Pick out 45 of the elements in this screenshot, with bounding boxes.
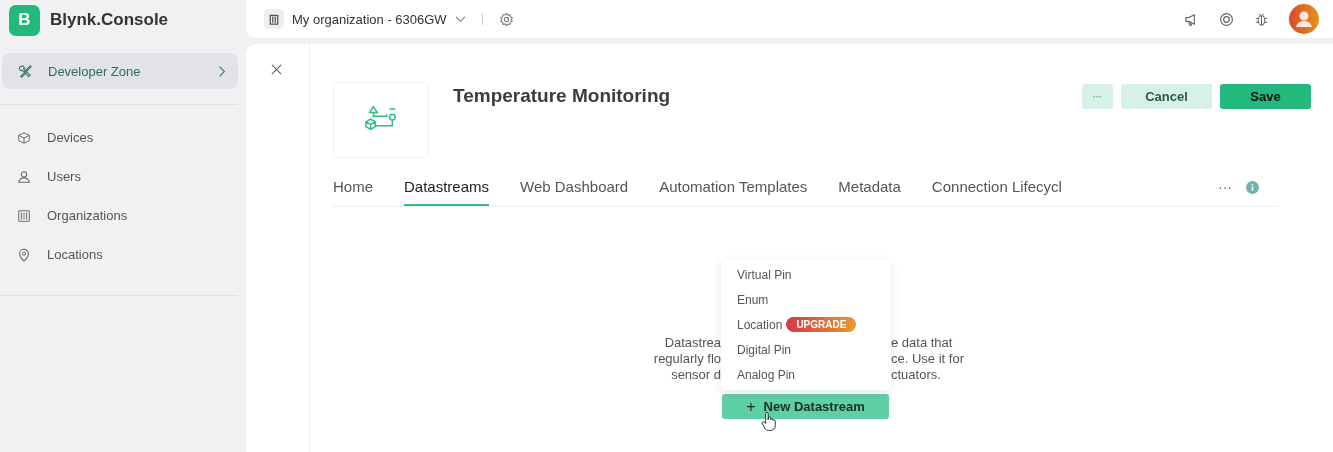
building-icon <box>17 208 31 223</box>
close-icon[interactable] <box>271 64 282 75</box>
organization-selector[interactable]: My organization - 6306GW <box>264 9 466 29</box>
chevron-down-icon <box>454 15 466 23</box>
menu-item[interactable]: Enum <box>721 287 891 312</box>
tab[interactable]: Metadata <box>838 168 901 206</box>
lifebuoy-icon[interactable] <box>1219 11 1234 27</box>
new-datastream-button[interactable]: + New Datastream <box>722 394 889 419</box>
tab[interactable]: Connection Lifecycl <box>931 168 1062 206</box>
description-text: Datastrea <box>663 335 721 351</box>
tab[interactable]: Home <box>333 168 373 206</box>
sidebar-item[interactable]: Locations <box>0 235 238 274</box>
menu-item[interactable]: Location UPGRADE <box>721 312 891 337</box>
tab[interactable]: Automation Templates <box>659 168 808 206</box>
sidebar-item[interactable]: Users <box>0 157 238 196</box>
menu-item[interactable]: Virtual Pin <box>721 262 891 287</box>
bug-icon[interactable] <box>1254 11 1269 27</box>
cube-icon <box>17 130 31 145</box>
description-text: ce. Use it for <box>891 351 964 367</box>
sidebar-item[interactable]: Devices <box>0 118 238 157</box>
description-text: e data that <box>891 335 953 351</box>
developer-zone-item[interactable]: Developer Zone <box>2 53 238 89</box>
tab[interactable]: Web Dashboard <box>520 168 629 206</box>
hand-cursor-icon <box>761 411 776 432</box>
tab[interactable]: Datastreams <box>404 168 490 206</box>
logo-icon: B <box>9 4 40 36</box>
description-text: ctuators. <box>891 367 941 383</box>
sidebar-item[interactable]: Organizations <box>0 196 238 235</box>
menu-item[interactable]: Digital Pin <box>721 337 891 362</box>
location-pin-icon <box>17 247 31 262</box>
users-icon <box>17 169 31 184</box>
building-icon <box>264 9 284 29</box>
avatar-icon[interactable] <box>1289 4 1319 34</box>
chevron-right-icon <box>218 64 226 78</box>
upgrade-badge: UPGRADE <box>786 317 857 332</box>
tools-icon <box>18 63 33 79</box>
settings-icon[interactable] <box>498 11 514 27</box>
app-title: Blynk.Console <box>50 10 169 30</box>
menu-item[interactable]: Analog Pin <box>721 362 891 387</box>
more-tabs-button[interactable]: ··· <box>1218 177 1232 197</box>
description-text: sensor d <box>670 367 721 383</box>
description-text: regularly flo <box>652 351 721 367</box>
save-button[interactable]: Save <box>1220 84 1311 109</box>
template-title: Temperature Monitoring <box>453 85 671 107</box>
cancel-button[interactable]: Cancel <box>1121 84 1212 109</box>
